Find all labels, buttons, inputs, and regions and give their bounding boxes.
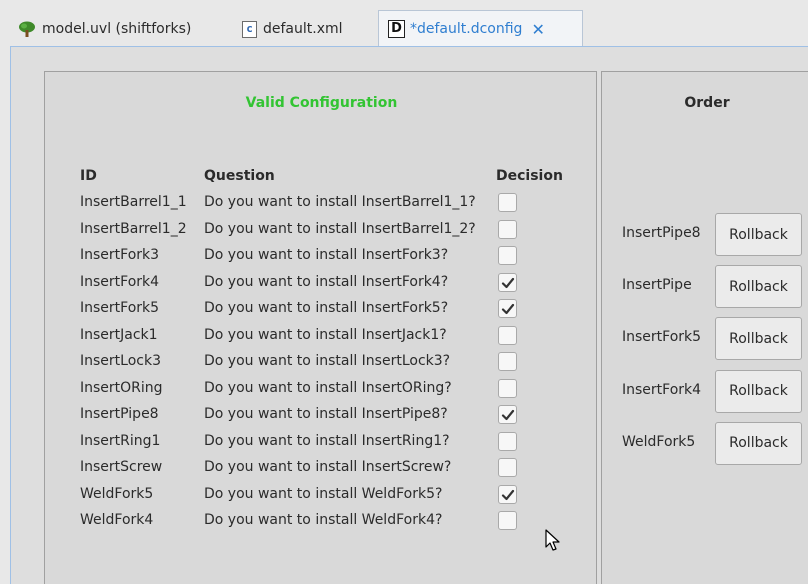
decision-checkbox[interactable] bbox=[498, 352, 517, 371]
feature-id: InsertBarrel1_2 bbox=[80, 220, 187, 237]
tab-default-xml[interactable]: c default.xml bbox=[242, 14, 343, 44]
column-header-decision: Decision bbox=[496, 168, 563, 184]
order-item: InsertPipe Rollback bbox=[602, 265, 808, 309]
rollback-button[interactable]: Rollback bbox=[715, 213, 802, 256]
check-icon bbox=[501, 303, 515, 315]
table-row: InsertBarrel1_1 Do you want to install In… bbox=[45, 192, 598, 216]
dconfig-editor: Valid Configuration ID Question Decision… bbox=[10, 46, 808, 584]
feature-id: InsertScrew bbox=[80, 459, 163, 475]
feature-id: InsertPipe8 bbox=[80, 406, 159, 422]
feature-id: InsertRing1 bbox=[80, 432, 161, 449]
decision-checkbox[interactable] bbox=[498, 511, 517, 530]
feature-id: InsertFork5 bbox=[80, 300, 160, 316]
tab-model-uvl[interactable]: model.uvl (shiftforks) bbox=[18, 14, 191, 44]
feature-id: WeldFork5 bbox=[80, 485, 154, 502]
feature-question: Do you want to install InsertBarrel1_1? bbox=[204, 194, 476, 210]
tab-label: *default.dconfig bbox=[410, 21, 523, 37]
decision-checkbox[interactable] bbox=[498, 272, 517, 292]
rollback-button[interactable]: Rollback bbox=[715, 265, 802, 309]
tab-label: default.xml bbox=[263, 21, 343, 37]
column-header-id: ID bbox=[80, 168, 97, 184]
order-title: Order bbox=[684, 95, 730, 111]
table-row: InsertLock3 Do you want to install Insert… bbox=[45, 351, 598, 375]
decision-checkbox[interactable] bbox=[498, 325, 517, 345]
feature-question: Do you want to install InsertJack1? bbox=[204, 326, 447, 343]
decision-checkbox[interactable] bbox=[498, 405, 517, 424]
table-row: InsertScrew Do you want to install Insert… bbox=[45, 457, 598, 481]
table-row: InsertPipe8 Do you want to install Insert… bbox=[45, 404, 598, 428]
mouse-cursor-icon bbox=[545, 529, 560, 551]
feature-id: InsertORing bbox=[80, 379, 163, 396]
order-item-id: InsertPipe bbox=[622, 277, 692, 294]
feature-question: Do you want to install WeldFork4? bbox=[204, 512, 443, 528]
configuration-status: Valid Configuration bbox=[245, 95, 398, 111]
order-item: WeldFork5 Rollback bbox=[602, 421, 808, 466]
order-item-id: InsertFork4 bbox=[622, 381, 702, 398]
order-item-id: WeldFork5 bbox=[622, 433, 696, 450]
column-header-question: Question bbox=[204, 168, 275, 184]
feature-question: Do you want to install InsertFork3? bbox=[204, 247, 449, 263]
order-item: InsertFork4 Rollback bbox=[602, 369, 808, 414]
tree-icon bbox=[18, 21, 36, 37]
feature-question: Do you want to install InsertPipe8? bbox=[204, 406, 448, 422]
feature-question: Do you want to install InsertORing? bbox=[204, 379, 452, 396]
decision-checkbox[interactable] bbox=[498, 299, 517, 318]
feature-question: Do you want to install InsertScrew? bbox=[204, 459, 452, 475]
close-icon[interactable]: ✕ bbox=[531, 20, 544, 39]
decision-checkbox[interactable] bbox=[498, 458, 517, 477]
xml-file-icon: c bbox=[242, 20, 257, 38]
decision-checkbox[interactable] bbox=[498, 246, 517, 265]
table-row: InsertJack1 Do you want to install Insert… bbox=[45, 325, 598, 349]
dconfig-icon: D bbox=[388, 20, 405, 38]
rollback-button[interactable]: Rollback bbox=[715, 369, 802, 413]
feature-question: Do you want to install InsertFork4? bbox=[204, 273, 449, 290]
decision-checkbox[interactable] bbox=[498, 431, 517, 451]
feature-id: InsertFork4 bbox=[80, 273, 160, 290]
table-row: WeldFork4 Do you want to install WeldFork… bbox=[45, 510, 598, 534]
decision-checkbox[interactable] bbox=[498, 484, 517, 504]
table-row: InsertFork5 Do you want to install Insert… bbox=[45, 298, 598, 322]
feature-id: InsertLock3 bbox=[80, 353, 161, 369]
rollback-button[interactable]: Rollback bbox=[715, 317, 802, 361]
feature-id: InsertFork3 bbox=[80, 247, 160, 263]
check-icon bbox=[501, 489, 515, 500]
table-row: InsertBarrel1_2 Do you want to install In… bbox=[45, 219, 598, 243]
table-row: InsertFork4 Do you want to install Insert… bbox=[45, 272, 598, 296]
order-panel: Order InsertPipe8 Rollback InsertPipe Rollb… bbox=[601, 71, 808, 584]
check-icon bbox=[501, 409, 515, 421]
rollback-button[interactable]: Rollback bbox=[715, 421, 802, 465]
tab-label: model.uvl (shiftforks) bbox=[42, 21, 192, 37]
decision-checkbox[interactable] bbox=[498, 378, 517, 398]
feature-id: WeldFork4 bbox=[80, 512, 154, 528]
decision-checkbox[interactable] bbox=[498, 219, 517, 239]
order-item-id: InsertFork5 bbox=[622, 329, 702, 346]
table-row: InsertORing Do you want to install Insert… bbox=[45, 378, 598, 402]
table-row: InsertRing1 Do you want to install Insert… bbox=[45, 431, 598, 455]
order-item: InsertFork5 Rollback bbox=[602, 317, 808, 361]
tab-default-dconfig[interactable]: D *default.dconfig ✕ bbox=[378, 10, 583, 47]
table-row: InsertFork3 Do you want to install Insert… bbox=[45, 245, 598, 269]
configuration-panel: Valid Configuration ID Question Decision… bbox=[44, 71, 597, 584]
feature-question: Do you want to install WeldFork5? bbox=[204, 485, 443, 502]
editor-tab-bar: model.uvl (shiftforks) c default.xml D *… bbox=[0, 0, 808, 47]
feature-question: Do you want to install InsertLock3? bbox=[204, 353, 451, 369]
order-item: InsertPipe8 Rollback bbox=[602, 213, 808, 257]
feature-question: Do you want to install InsertFork5? bbox=[204, 300, 449, 316]
feature-question: Do you want to install InsertRing1? bbox=[204, 432, 450, 449]
feature-id: InsertJack1 bbox=[80, 326, 158, 343]
decision-checkbox[interactable] bbox=[498, 193, 517, 212]
feature-question: Do you want to install InsertBarrel1_2? bbox=[204, 220, 476, 237]
feature-id: InsertBarrel1_1 bbox=[80, 194, 187, 210]
order-item-id: InsertPipe8 bbox=[622, 225, 701, 241]
check-icon bbox=[501, 277, 515, 288]
table-row: WeldFork5 Do you want to install WeldFork… bbox=[45, 484, 598, 508]
